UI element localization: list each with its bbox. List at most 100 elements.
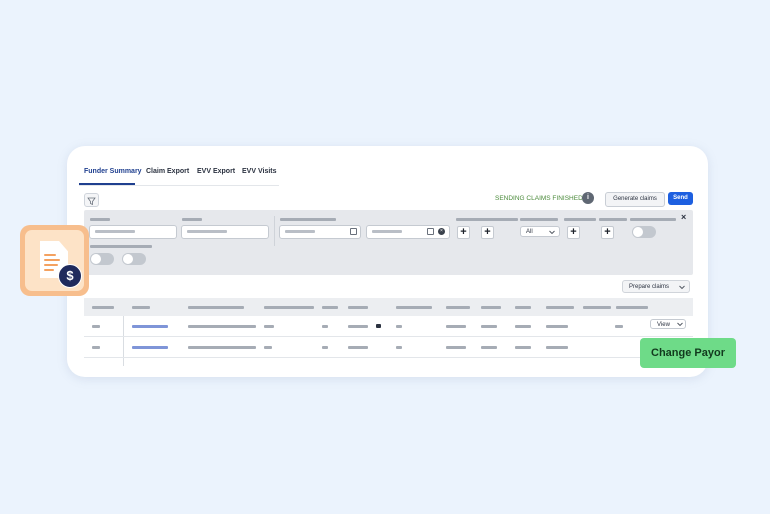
filter-toggle-switch[interactable] <box>90 253 114 265</box>
filter-label <box>564 218 596 221</box>
tab-evv-export[interactable]: EVV Export <box>197 168 235 175</box>
cell-value <box>92 325 100 328</box>
table-header <box>84 298 693 316</box>
filter-label <box>90 218 110 221</box>
prepare-claims-label: Prepare claims <box>629 284 670 290</box>
view-button[interactable]: View <box>650 319 686 329</box>
date-range-label <box>280 218 336 221</box>
column-header <box>264 306 314 309</box>
cell-value <box>446 346 466 349</box>
chevron-down-icon <box>549 230 555 235</box>
clear-date-icon[interactable]: × <box>438 228 445 235</box>
filter-label <box>520 218 558 221</box>
generate-claims-button[interactable]: Generate claims <box>605 192 665 207</box>
filter-panel: × + + All + + <box>84 210 693 275</box>
input-placeholder <box>95 230 135 233</box>
prepare-claims-dropdown[interactable]: Prepare claims <box>622 280 690 293</box>
add-filter-plus-icon[interactable]: + <box>457 226 470 239</box>
view-button-label: View <box>657 322 670 328</box>
column-header <box>322 306 338 309</box>
chevron-down-icon <box>679 285 685 290</box>
cell-value <box>188 325 256 328</box>
lock-icon <box>376 324 381 328</box>
filter-label <box>599 218 627 221</box>
divider <box>274 216 275 246</box>
start-date-input[interactable] <box>279 225 361 239</box>
cell-link[interactable] <box>132 346 168 349</box>
badge-inner: $ <box>25 230 84 291</box>
tab-evv-visits[interactable]: EVV Visits <box>242 168 277 175</box>
calendar-icon[interactable] <box>350 228 357 235</box>
column-header <box>481 306 501 309</box>
cell-link[interactable] <box>132 325 168 328</box>
tab-funder-summary[interactable]: Funder Summary <box>84 168 142 175</box>
cell-value <box>396 346 402 349</box>
input-placeholder <box>372 230 402 233</box>
cell-value <box>322 346 328 349</box>
input-placeholder <box>285 230 315 233</box>
close-filter-panel-icon[interactable]: × <box>681 212 686 222</box>
cell-value <box>396 325 402 328</box>
doc-line <box>44 269 54 271</box>
cell-value <box>264 346 272 349</box>
info-icon[interactable]: i <box>582 192 594 204</box>
dollar-icon: $ <box>58 264 82 288</box>
column-header <box>188 306 244 309</box>
filter-label <box>456 218 518 221</box>
column-header <box>515 306 531 309</box>
column-header <box>132 306 150 309</box>
add-filter-plus-icon[interactable]: + <box>481 226 494 239</box>
cell-value <box>348 325 368 328</box>
filter-label <box>182 218 202 221</box>
filter-toggle-switch[interactable] <box>632 226 656 238</box>
cell-value <box>188 346 256 349</box>
column-header <box>396 306 432 309</box>
invoice-dollar-icon: $ <box>20 225 89 296</box>
cell-value <box>515 346 531 349</box>
chevron-down-icon <box>677 322 683 327</box>
cell-value <box>481 325 497 328</box>
tab-bar: Funder Summary Claim Export EVV Export E… <box>79 168 279 186</box>
cell-value <box>348 346 368 349</box>
add-filter-plus-icon[interactable]: + <box>567 226 580 239</box>
column-header <box>583 306 611 309</box>
cell-value <box>515 325 531 328</box>
filter-toggle-switch[interactable] <box>122 253 146 265</box>
cell-value <box>546 325 568 328</box>
claims-card: Funder Summary Claim Export EVV Export E… <box>67 146 708 377</box>
doc-line <box>44 259 60 261</box>
cell-value <box>446 325 466 328</box>
cell-value <box>92 346 100 349</box>
filter-text-input[interactable] <box>181 225 269 239</box>
cell-value <box>615 325 623 328</box>
column-header <box>616 306 648 309</box>
tab-claim-export[interactable]: Claim Export <box>146 168 189 175</box>
end-date-input[interactable]: × <box>366 225 450 239</box>
doc-line <box>44 264 58 266</box>
status-select-value: All <box>526 229 533 235</box>
status-select[interactable]: All <box>520 226 560 237</box>
cell-value <box>481 346 497 349</box>
column-header <box>348 306 368 309</box>
cell-value <box>264 325 274 328</box>
cell-value <box>322 325 328 328</box>
filter-toggle-button[interactable] <box>84 193 99 207</box>
filter-icon <box>87 197 96 206</box>
active-tab-indicator <box>79 183 135 185</box>
table-row[interactable]: View <box>84 316 693 337</box>
send-status-text: SENDING CLAIMS FINISHED <box>495 195 583 202</box>
send-button[interactable]: Send <box>668 192 693 205</box>
filter-label <box>630 218 676 221</box>
column-header <box>92 306 114 309</box>
column-header <box>446 306 470 309</box>
calendar-icon[interactable] <box>427 228 434 235</box>
change-payor-button[interactable]: Change Payor <box>640 338 736 368</box>
add-filter-plus-icon[interactable]: + <box>601 226 614 239</box>
doc-line <box>44 254 56 256</box>
filter-label <box>90 245 152 248</box>
filter-text-input[interactable] <box>89 225 177 239</box>
table-row[interactable] <box>84 337 693 358</box>
input-placeholder <box>187 230 227 233</box>
column-header <box>546 306 574 309</box>
claims-table: View <box>84 298 693 368</box>
